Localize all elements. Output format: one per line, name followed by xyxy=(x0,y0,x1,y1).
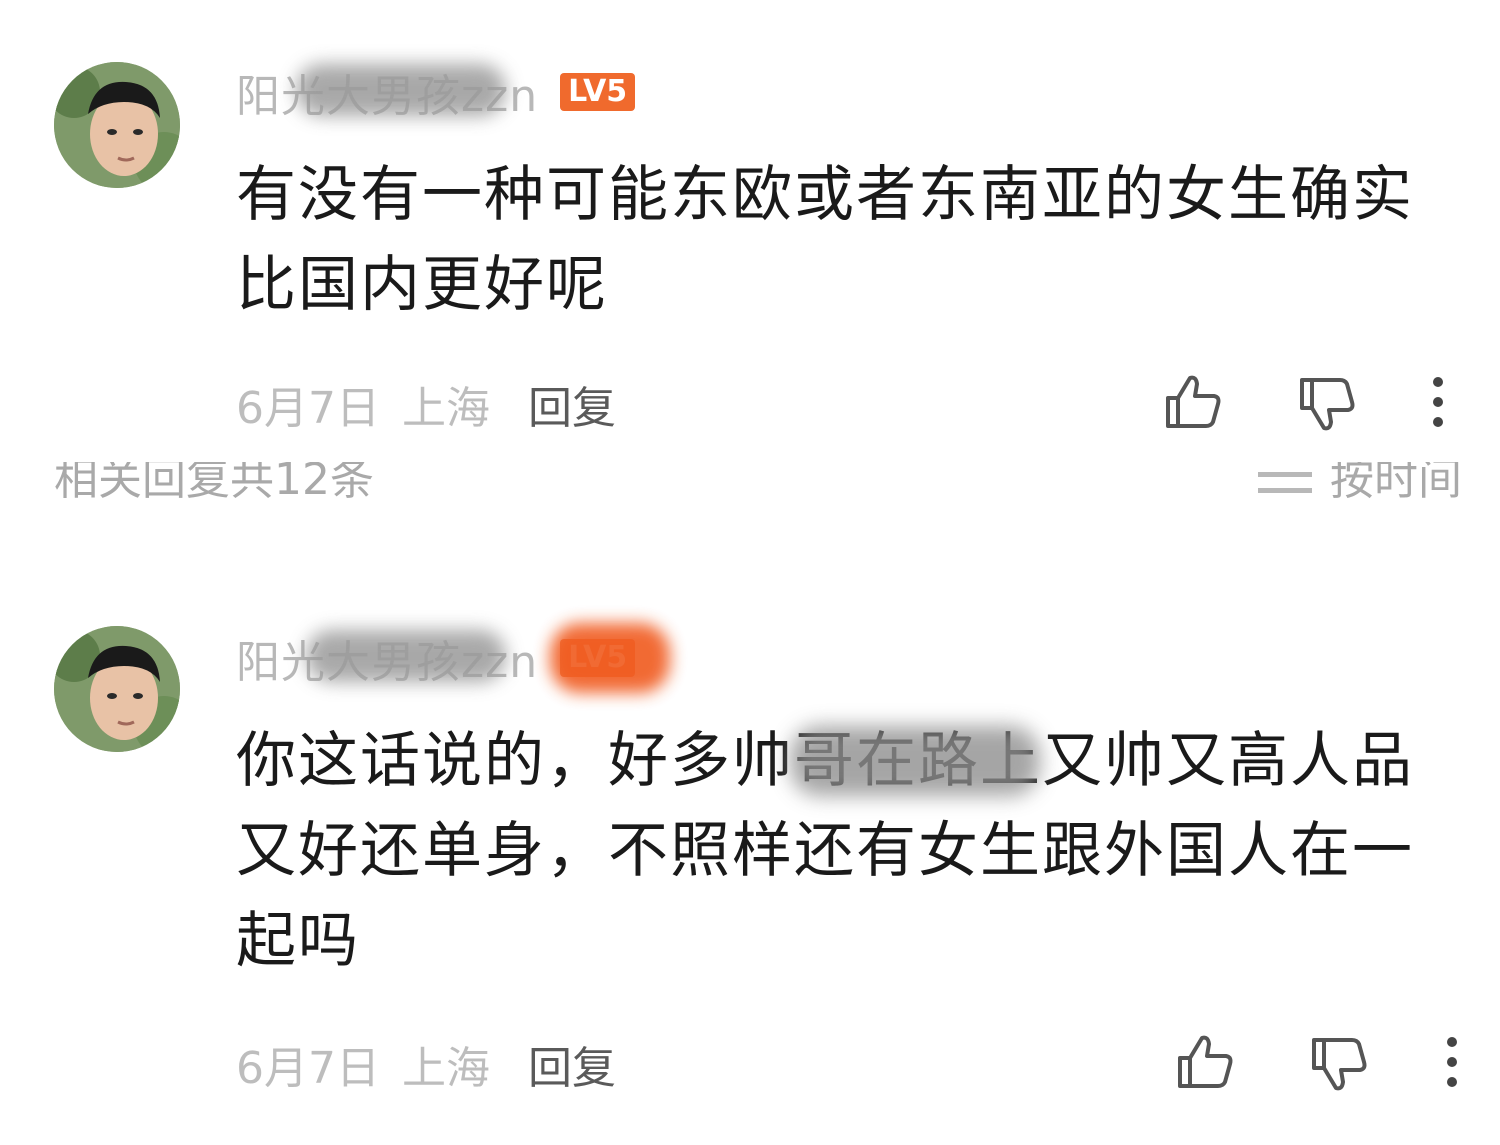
replies-section-header: 相关回复共12条 按时间 xyxy=(0,462,1500,506)
privacy-blur xyxy=(550,623,671,693)
comment-meta: 6月7日 上海 回复 xyxy=(236,374,616,434)
username[interactable]: 阳光大男孩zzn xyxy=(236,626,538,690)
comment-date: 6月7日 xyxy=(236,383,380,434)
reply-button[interactable]: 回复 xyxy=(528,372,616,436)
comment-text: 你这话说的，好多帅哥在路上又帅又高人品又好还单身，不照样还有女生跟外国人在一起吗 xyxy=(236,726,1414,976)
thumbs-up-icon[interactable] xyxy=(1172,1030,1236,1094)
comment-location: 上海 xyxy=(402,383,490,434)
sort-label: 按时间 xyxy=(1330,462,1462,505)
more-vertical-icon[interactable] xyxy=(1406,372,1470,436)
comment-header: 阳光大男孩zzn LV5 xyxy=(236,623,671,693)
thumbs-down-icon[interactable] xyxy=(1294,372,1358,436)
comment-text: 有没有一种可能东欧或者东南亚的女生确实比国内更好呢 xyxy=(236,160,1414,320)
level-badge: LV5 xyxy=(560,73,636,111)
comment-header: 阳光大男孩zzn LV5 xyxy=(236,62,636,122)
sort-toggle[interactable]: 按时间 xyxy=(1258,462,1462,506)
reply-button[interactable]: 回复 xyxy=(528,1032,616,1096)
privacy-blur xyxy=(790,726,1040,796)
avatar-image xyxy=(54,626,180,752)
thumbs-down-icon[interactable] xyxy=(1306,1032,1370,1096)
comment-date: 6月7日 xyxy=(236,1043,380,1094)
comment-location: 上海 xyxy=(402,1043,490,1094)
more-vertical-icon[interactable] xyxy=(1420,1032,1484,1096)
level-badge-text: LV5 xyxy=(568,640,628,675)
avatar[interactable] xyxy=(54,62,180,188)
sort-lines-icon xyxy=(1258,462,1312,506)
thumbs-up-icon[interactable] xyxy=(1160,370,1224,434)
avatar-image xyxy=(54,62,180,188)
avatar[interactable] xyxy=(54,626,180,752)
level-badge: LV5 xyxy=(550,623,671,693)
privacy-blur xyxy=(296,64,506,116)
comment-item: 阳光大男孩zzn LV5 有没有一种可能东欧或者东南亚的女生确实比国内更好呢 6… xyxy=(0,0,1500,460)
replies-count: 相关回复共12条 xyxy=(54,462,374,505)
comment-meta: 6月7日 上海 回复 xyxy=(236,1034,616,1094)
